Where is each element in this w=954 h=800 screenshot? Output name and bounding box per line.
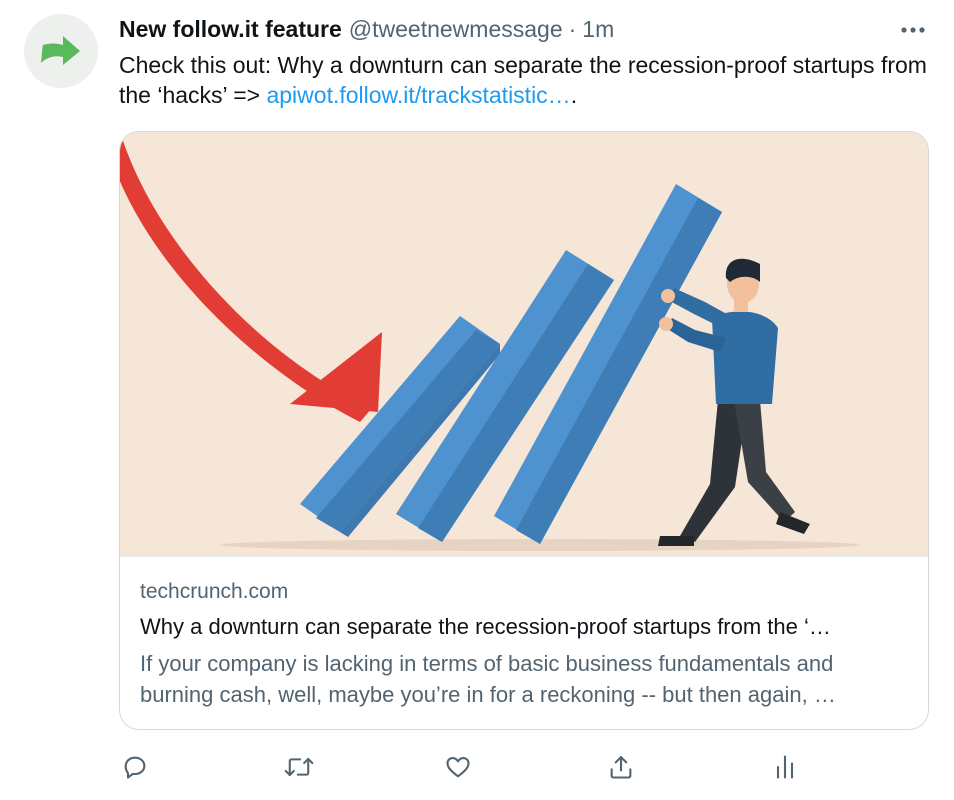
analytics-icon [776, 755, 794, 779]
retweet-icon [284, 757, 314, 777]
reply-icon [124, 756, 146, 779]
tweet-text-suffix: . [570, 82, 578, 108]
card-description: If your company is lacking in terms of b… [140, 651, 836, 707]
more-dots-icon [901, 27, 925, 33]
tweet-header: New follow.it feature @tweetnewmessage ·… [119, 14, 614, 44]
more-button[interactable] [898, 18, 928, 42]
user-handle[interactable]: @tweetnewmessage [349, 16, 563, 43]
retweet-button[interactable] [282, 750, 316, 784]
card-title: Why a downturn can separate the recessio… [140, 614, 831, 639]
tweet-actions [118, 750, 818, 784]
card-domain: techcrunch.com [140, 580, 289, 603]
reply-button[interactable] [118, 750, 152, 784]
share-icon [610, 756, 632, 779]
like-button[interactable] [441, 750, 475, 784]
avatar[interactable] [24, 14, 98, 88]
falling-bars-illustration [120, 132, 928, 556]
tweet-link[interactable]: apiwot.follow.it/trackstatistic… [266, 82, 570, 108]
display-name[interactable]: New follow.it feature [119, 16, 342, 43]
tweet-text: Check this out: Why a downturn can separ… [119, 50, 929, 110]
share-button[interactable] [604, 750, 638, 784]
link-preview-card[interactable]: techcrunch.com Why a downturn can separa… [119, 131, 929, 730]
card-image[interactable] [120, 132, 928, 556]
timestamp[interactable]: 1m [582, 16, 614, 43]
card-divider [120, 556, 928, 557]
green-arrow-icon [41, 36, 80, 65]
like-icon [446, 756, 470, 778]
separator: · [568, 15, 577, 42]
analytics-button[interactable] [768, 750, 802, 784]
